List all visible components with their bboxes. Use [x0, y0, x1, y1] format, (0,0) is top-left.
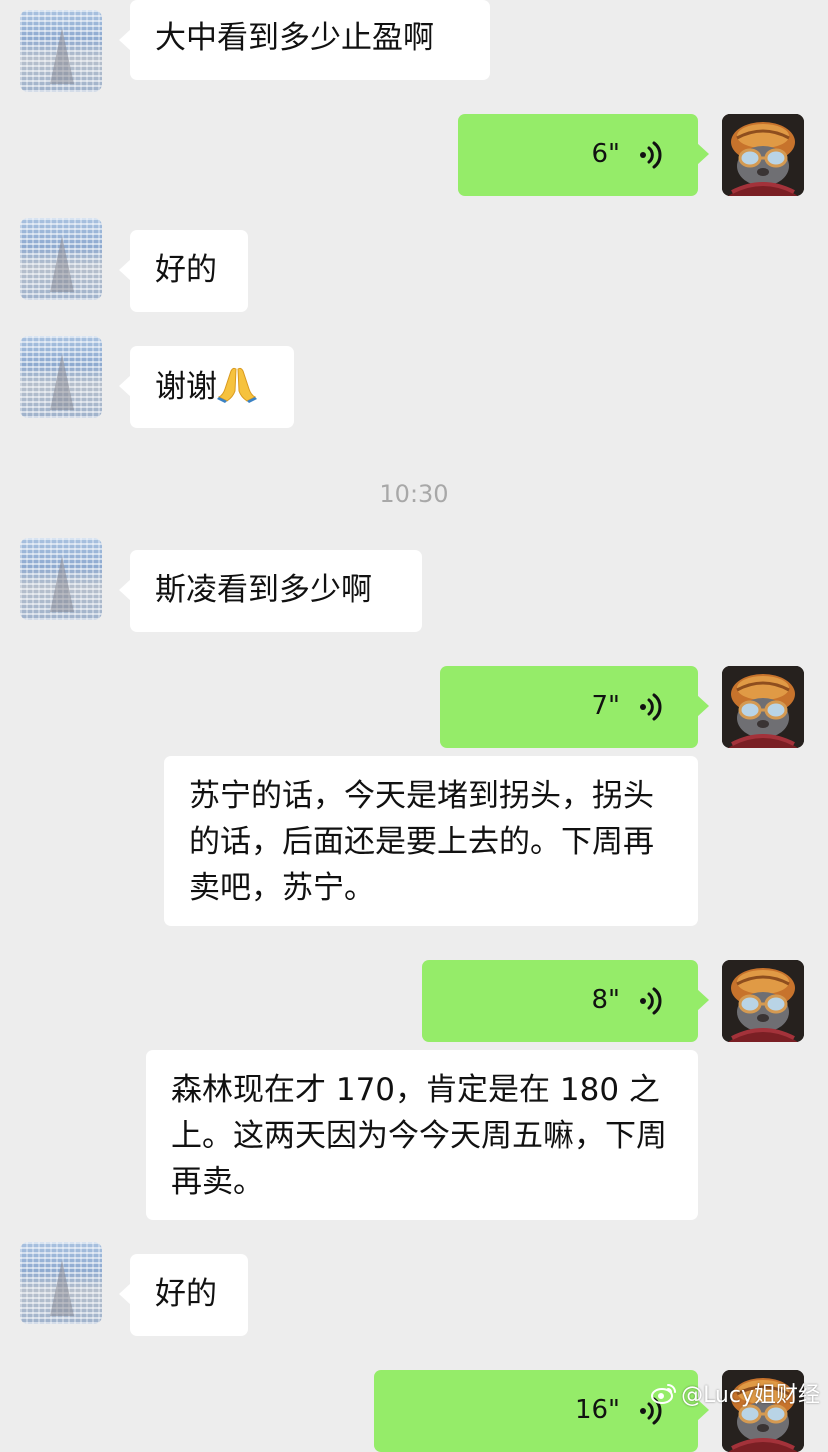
- incoming-message-bubble[interactable]: 好的: [119, 1254, 248, 1336]
- voice-message-bubble[interactable]: 8": [422, 960, 709, 1042]
- weibo-icon: [651, 1384, 677, 1404]
- message-text: 大中看到多少止盈啊: [155, 20, 434, 56]
- my-avatar[interactable]: [722, 114, 804, 196]
- incoming-message-bubble[interactable]: 好的: [119, 230, 248, 312]
- contact-avatar[interactable]: [20, 336, 102, 418]
- incoming-message-bubble[interactable]: 斯凌看到多少啊: [119, 550, 422, 632]
- timestamp: 10:30: [379, 480, 449, 508]
- message-text: 好的: [155, 252, 217, 288]
- voice-wave-icon: [638, 140, 668, 170]
- voice-message-bubble[interactable]: 6": [458, 114, 709, 196]
- transcript-text: 苏宁的话，今天是堵到拐头，拐头的话，后面还是要上去的。下周再卖吧，苏宁。: [189, 778, 654, 906]
- voice-message-bubble[interactable]: 7": [440, 666, 709, 748]
- voice-wave-icon: [638, 986, 668, 1016]
- cat-avatar-icon: [722, 960, 804, 1042]
- my-avatar[interactable]: [722, 666, 804, 748]
- message-text: 斯凌看到多少啊: [155, 572, 372, 608]
- contact-avatar[interactable]: [20, 1242, 102, 1324]
- contact-avatar[interactable]: [20, 538, 102, 620]
- transcript-text: 森林现在才 170，肯定是在 180 之上。这两天因为今今天周五嘛，下周再卖。: [171, 1072, 667, 1200]
- contact-avatar[interactable]: [20, 218, 102, 300]
- voice-message-bubble[interactable]: 16": [374, 1370, 709, 1452]
- message-text: 好的: [155, 1276, 217, 1312]
- voice-wave-icon: [638, 692, 668, 722]
- voice-duration: 7": [591, 691, 620, 721]
- cat-avatar-icon: [722, 666, 804, 748]
- voice-transcript[interactable]: 森林现在才 170，肯定是在 180 之上。这两天因为今今天周五嘛，下周再卖。: [146, 1050, 698, 1220]
- watermark-text: @Lucy姐财经: [681, 1383, 820, 1408]
- my-avatar[interactable]: [722, 960, 804, 1042]
- voice-duration: 6": [591, 139, 620, 169]
- voice-transcript[interactable]: 苏宁的话，今天是堵到拐头，拐头的话，后面还是要上去的。下周再卖吧，苏宁。: [164, 756, 698, 926]
- watermark: @Lucy姐财经: [651, 1377, 820, 1409]
- chat-area[interactable]: 大中看到多少止盈啊 6" 好的 谢谢 10:30 斯凌看到多少啊 7" 苏宁的话: [0, 0, 828, 1452]
- cat-avatar-icon: [722, 114, 804, 196]
- message-text: 谢谢: [155, 369, 217, 405]
- incoming-message-bubble[interactable]: 谢谢: [119, 346, 294, 428]
- folded-hands-emoji-icon: [217, 367, 257, 403]
- contact-avatar[interactable]: [20, 10, 102, 92]
- voice-duration: 8": [591, 985, 620, 1015]
- incoming-message-bubble[interactable]: 大中看到多少止盈啊: [119, 0, 490, 80]
- voice-duration: 16": [574, 1395, 620, 1425]
